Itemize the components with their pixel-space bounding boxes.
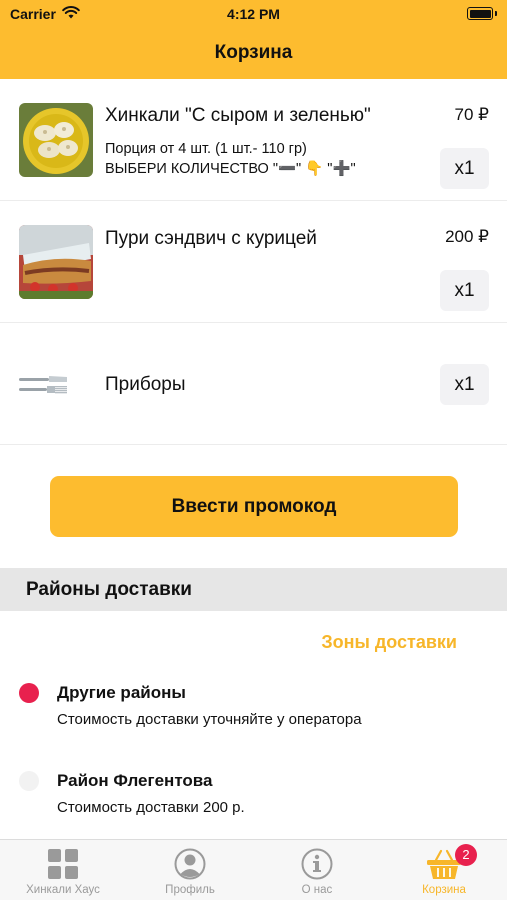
promo-code-button[interactable]: Ввести промокод bbox=[50, 476, 458, 537]
district-title: Другие районы bbox=[57, 683, 186, 702]
tab-bar: Хинкали Хаус Профиль О нас 2 Корзина bbox=[0, 839, 507, 900]
tab-label: Корзина bbox=[422, 884, 466, 896]
battery-icon bbox=[467, 7, 497, 20]
district-subtitle: Стоимость доставки уточняйте у оператора bbox=[57, 711, 362, 728]
profile-icon bbox=[174, 848, 206, 885]
cart-item: Приборы x1 bbox=[0, 323, 507, 445]
tab-label: Хинкали Хаус bbox=[26, 884, 100, 896]
sandwich-photo bbox=[19, 225, 93, 299]
tab-label: О нас bbox=[301, 884, 333, 896]
quantity-button[interactable]: x1 bbox=[440, 148, 489, 189]
item-price: 70 ₽ bbox=[454, 105, 489, 124]
page-title: Корзина bbox=[214, 42, 293, 63]
item-description-hint: ВЫБЕРИ КОЛИЧЕСТВО "➖" 👇 "➕" bbox=[105, 161, 356, 177]
district-title: Район Флегентова bbox=[57, 771, 213, 790]
item-name: Приборы bbox=[105, 374, 186, 395]
radio-unselected[interactable] bbox=[19, 771, 39, 791]
cart-item: Пури сэндвич с курицей 200 ₽ x1 bbox=[0, 201, 507, 323]
grid-icon bbox=[47, 848, 79, 885]
tab-profile[interactable]: Профиль bbox=[127, 840, 253, 900]
tab-about[interactable]: О нас bbox=[254, 840, 380, 900]
item-description: Порция от 4 шт. (1 шт.- 110 гр) bbox=[105, 141, 307, 157]
khinkali-photo bbox=[19, 103, 93, 177]
cart-screen: Carrier 4:12 PM Корзина Хинкали "С сыром… bbox=[0, 0, 507, 900]
clock: 4:12 PM bbox=[227, 6, 280, 22]
item-name: Пури сэндвич с курицей bbox=[105, 228, 317, 249]
delivery-zones-link[interactable]: Зоны доставки bbox=[321, 632, 457, 653]
item-price: 200 ₽ bbox=[445, 227, 489, 246]
tab-khinkali-house[interactable]: Хинкали Хаус bbox=[0, 840, 126, 900]
item-name: Хинкали "С сыром и зеленью" bbox=[105, 105, 371, 126]
tab-cart[interactable]: 2 Корзина bbox=[381, 840, 507, 900]
quantity-button[interactable]: x1 bbox=[440, 364, 489, 405]
district-subtitle: Стоимость доставки 200 р. bbox=[57, 799, 245, 816]
section-header: Районы доставки bbox=[0, 568, 507, 611]
tab-label: Профиль bbox=[165, 884, 215, 896]
quantity-button[interactable]: x1 bbox=[440, 270, 489, 311]
radio-selected[interactable] bbox=[19, 683, 39, 703]
top-bar: Carrier 4:12 PM Корзина bbox=[0, 0, 507, 79]
cart-count-badge: 2 bbox=[455, 844, 477, 866]
cutlery-icon bbox=[19, 373, 69, 397]
district-option[interactable]: Другие районы Стоимость доставки уточняй… bbox=[0, 680, 507, 744]
status-bar: Carrier 4:12 PM bbox=[0, 0, 507, 30]
info-icon bbox=[301, 848, 333, 885]
section-title: Районы доставки bbox=[26, 579, 192, 600]
district-option[interactable]: Район Флегентова Стоимость доставки 200 … bbox=[0, 768, 507, 832]
cart-item: Хинкали "С сыром и зеленью" 70 ₽ Порция … bbox=[0, 79, 507, 201]
